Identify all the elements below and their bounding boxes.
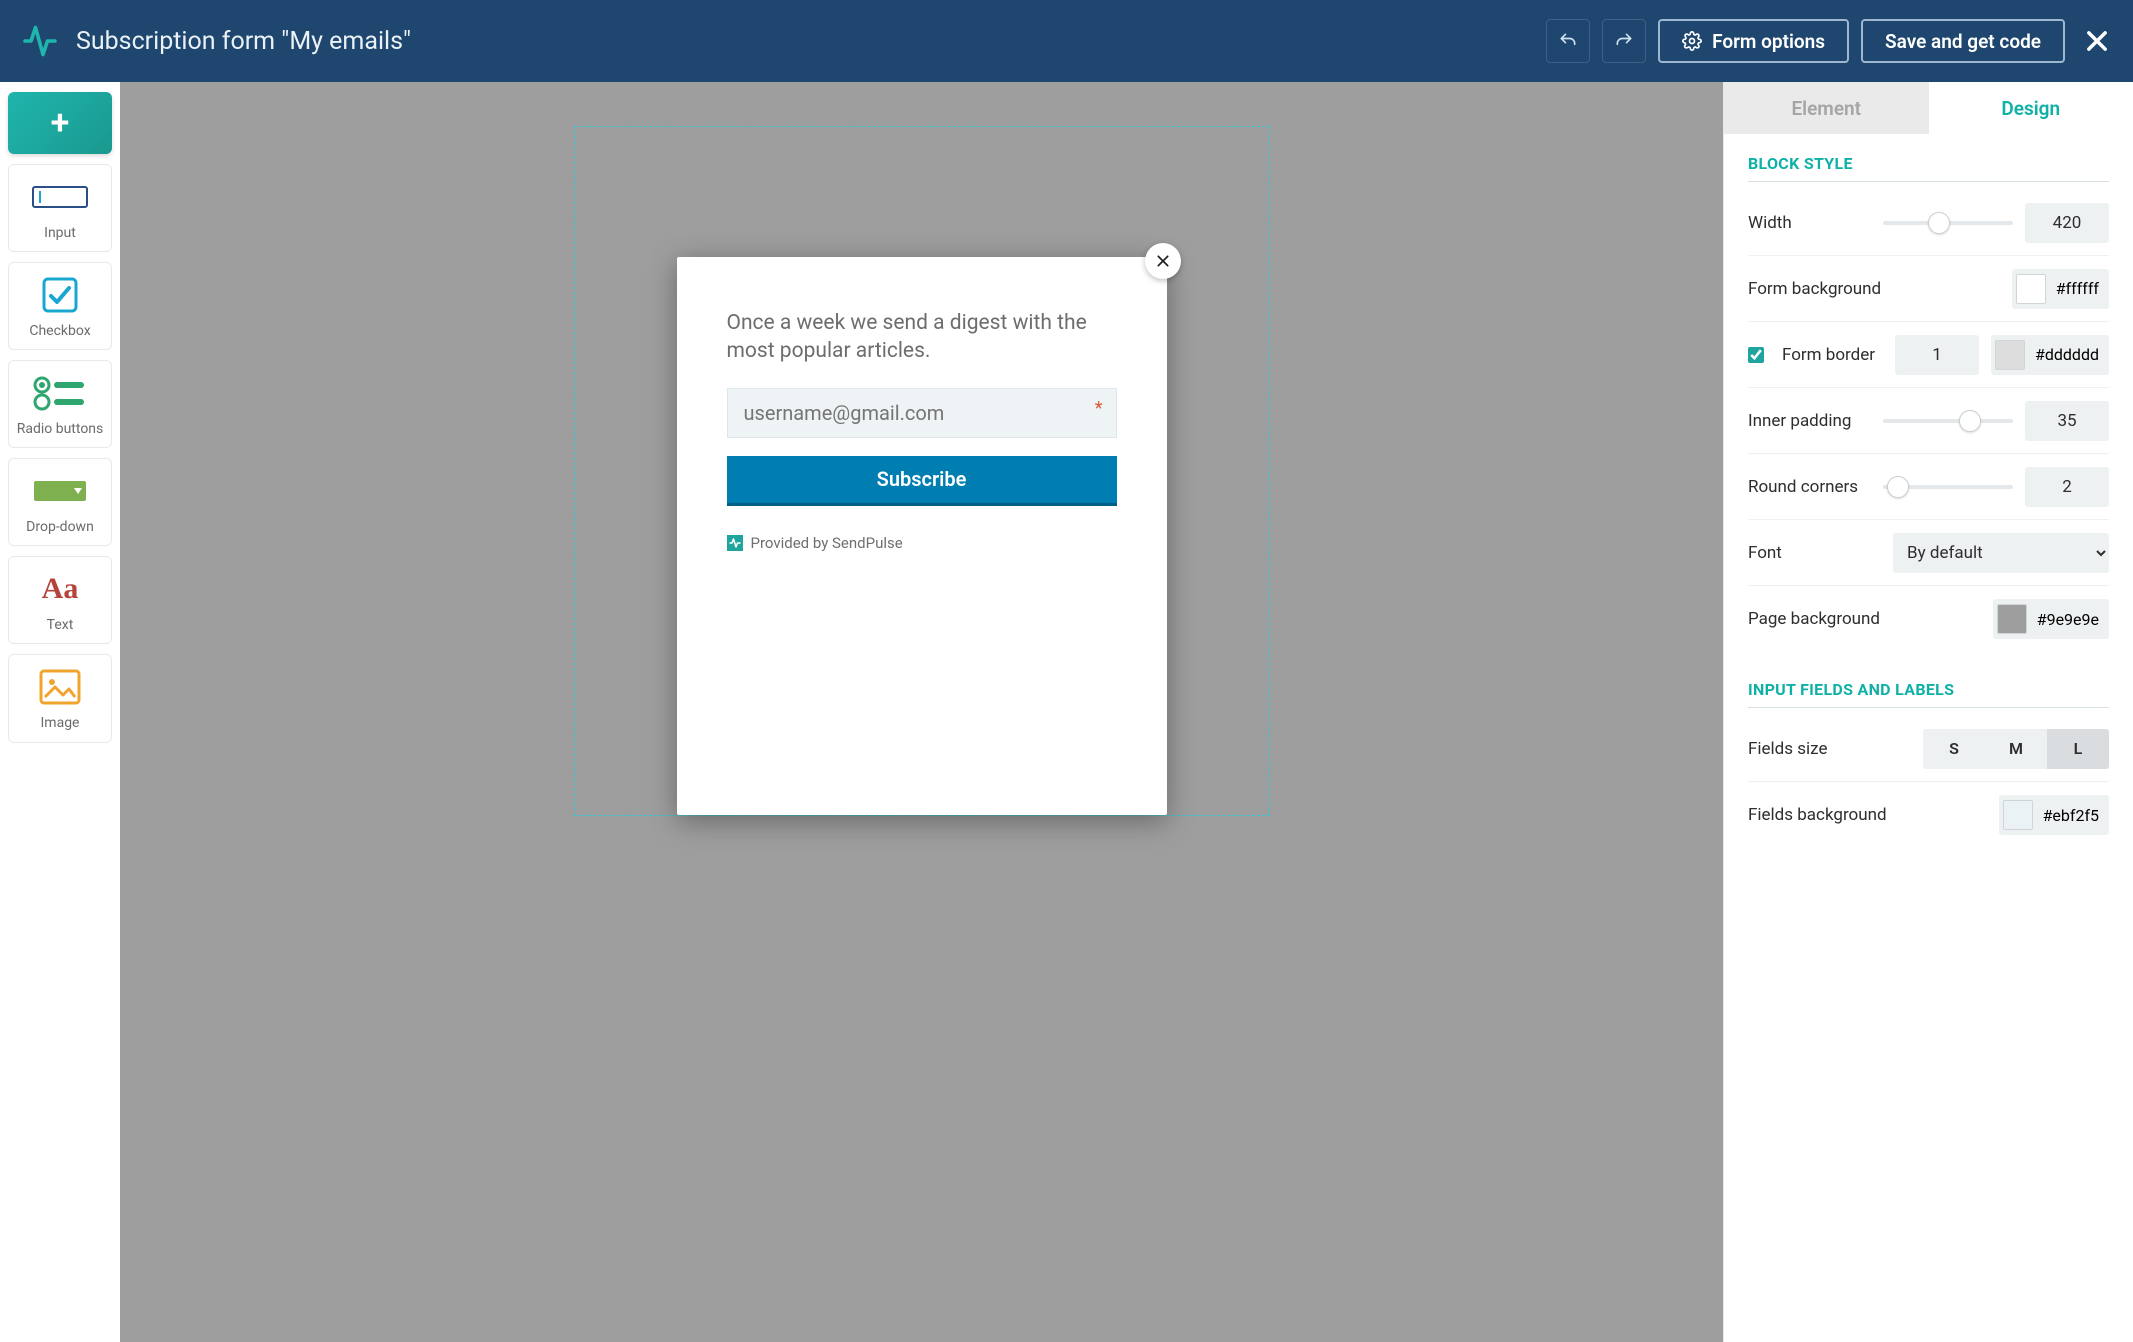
tool-text[interactable]: Aa Text xyxy=(8,556,112,644)
undo-button[interactable] xyxy=(1546,19,1590,63)
save-get-code-button[interactable]: Save and get code xyxy=(1861,19,2065,63)
form-background-color-picker[interactable]: #ffffff xyxy=(2012,269,2109,309)
tool-dropdown[interactable]: Drop-down xyxy=(8,458,112,546)
color-swatch xyxy=(1995,340,2025,370)
sendpulse-logo-icon xyxy=(727,535,743,551)
tool-image[interactable]: Image xyxy=(8,654,112,742)
section-input-fields: INPUT FIELDS AND LABELS xyxy=(1748,680,2109,708)
close-icon xyxy=(1155,253,1171,269)
prop-round-corners-label: Round corners xyxy=(1748,477,1871,497)
close-icon xyxy=(2083,27,2111,55)
color-swatch xyxy=(2016,274,2046,304)
prop-round-corners: Round corners xyxy=(1748,454,2109,520)
save-get-code-label: Save and get code xyxy=(1885,30,2041,53)
close-editor-button[interactable] xyxy=(2083,27,2111,55)
width-slider[interactable] xyxy=(1883,221,2013,225)
width-input[interactable] xyxy=(2025,203,2109,243)
prop-fields-size: Fields size S M L xyxy=(1748,716,2109,782)
form-options-button[interactable]: Form options xyxy=(1658,19,1849,63)
round-corners-slider[interactable] xyxy=(1883,485,2013,489)
canvas-selection-frame: Once a week we send a digest with the mo… xyxy=(574,126,1270,816)
section-block-style: BLOCK STYLE xyxy=(1748,154,2109,182)
page-background-value: #9e9e9e xyxy=(2037,610,2099,629)
form-options-label: Form options xyxy=(1712,30,1825,53)
redo-button[interactable] xyxy=(1602,19,1646,63)
plus-icon: + xyxy=(51,103,70,143)
form-background-value: #ffffff xyxy=(2056,279,2099,298)
tab-element[interactable]: Element xyxy=(1724,82,1929,134)
prop-font-label: Font xyxy=(1748,543,1881,563)
required-asterisk: * xyxy=(1095,398,1103,419)
dropdown-icon xyxy=(34,471,86,511)
prop-fields-background: Fields background #ebf2f5 xyxy=(1748,782,2109,848)
prop-fields-size-label: Fields size xyxy=(1748,739,1911,759)
size-option-s[interactable]: S xyxy=(1923,729,1985,769)
prop-form-background: Form background #ffffff xyxy=(1748,256,2109,322)
font-select[interactable]: By default xyxy=(1893,533,2109,573)
page-background-color-picker[interactable]: #9e9e9e xyxy=(1993,599,2109,639)
text-icon: Aa xyxy=(42,569,79,609)
tool-input-label: Input xyxy=(44,225,76,241)
prop-width: Width xyxy=(1748,190,2109,256)
redo-icon xyxy=(1614,31,1634,51)
color-swatch xyxy=(2003,800,2033,830)
tool-dropdown-label: Drop-down xyxy=(26,519,94,535)
fields-background-color-picker[interactable]: #ebf2f5 xyxy=(1999,795,2109,835)
tool-checkbox[interactable]: Checkbox xyxy=(8,262,112,350)
image-icon xyxy=(39,667,81,707)
canvas-area[interactable]: Once a week we send a digest with the mo… xyxy=(120,82,1723,1342)
fields-background-value: #ebf2f5 xyxy=(2043,806,2099,825)
color-swatch xyxy=(1997,604,2027,634)
provided-by: Provided by SendPulse xyxy=(727,534,1117,552)
form-heading: Once a week we send a digest with the mo… xyxy=(727,309,1117,366)
tool-radio[interactable]: Radio buttons xyxy=(8,360,112,448)
topbar-actions: Form options Save and get code xyxy=(1546,19,2111,63)
prop-page-background-label: Page background xyxy=(1748,609,1981,629)
prop-form-border-label: Form border xyxy=(1782,345,1883,365)
toolbox-sidebar: + Input Checkbox xyxy=(0,82,120,1342)
form-close-button[interactable] xyxy=(1145,243,1181,279)
input-field-icon xyxy=(32,177,88,217)
page-title: Subscription form "My emails" xyxy=(76,27,1528,56)
email-input[interactable] xyxy=(727,388,1117,438)
add-element-button[interactable]: + xyxy=(8,92,112,154)
form-border-color-value: #dddddd xyxy=(2035,345,2099,364)
prop-font: Font By default xyxy=(1748,520,2109,586)
panel-tabs: Element Design xyxy=(1724,82,2133,134)
form-border-width-input[interactable] xyxy=(1895,335,1979,375)
radio-icon xyxy=(32,373,88,413)
undo-icon xyxy=(1558,31,1578,51)
gear-icon xyxy=(1682,31,1702,51)
subscribe-button[interactable]: Subscribe xyxy=(727,456,1117,506)
size-option-l[interactable]: L xyxy=(2047,729,2109,769)
topbar: Subscription form "My emails" Form optio… xyxy=(0,0,2133,82)
prop-inner-padding: Inner padding xyxy=(1748,388,2109,454)
prop-inner-padding-label: Inner padding xyxy=(1748,411,1871,431)
size-option-m[interactable]: M xyxy=(1985,729,2047,769)
tool-radio-label: Radio buttons xyxy=(17,421,104,437)
prop-form-background-label: Form background xyxy=(1748,279,2000,299)
round-corners-input[interactable] xyxy=(2025,467,2109,507)
tool-checkbox-label: Checkbox xyxy=(29,323,90,339)
prop-page-background: Page background #9e9e9e xyxy=(1748,586,2109,652)
properties-panel: Element Design BLOCK STYLE Width Form ba… xyxy=(1723,82,2133,1342)
form-border-color-picker[interactable]: #dddddd xyxy=(1991,335,2109,375)
tab-design[interactable]: Design xyxy=(1929,82,2133,134)
subscription-form-card[interactable]: Once a week we send a digest with the mo… xyxy=(677,257,1167,815)
form-border-checkbox[interactable] xyxy=(1748,347,1764,363)
inner-padding-input[interactable] xyxy=(2025,401,2109,441)
inner-padding-slider[interactable] xyxy=(1883,419,2013,423)
prop-fields-background-label: Fields background xyxy=(1748,805,1987,825)
tool-text-label: Text xyxy=(47,617,74,633)
prop-width-label: Width xyxy=(1748,213,1871,233)
app-logo xyxy=(22,23,58,59)
prop-form-border: Form border #dddddd xyxy=(1748,322,2109,388)
checkbox-icon xyxy=(40,275,80,315)
provided-by-label: Provided by SendPulse xyxy=(751,534,903,552)
fields-size-toggle: S M L xyxy=(1923,729,2109,769)
tool-input[interactable]: Input xyxy=(8,164,112,252)
tool-image-label: Image xyxy=(41,715,80,731)
